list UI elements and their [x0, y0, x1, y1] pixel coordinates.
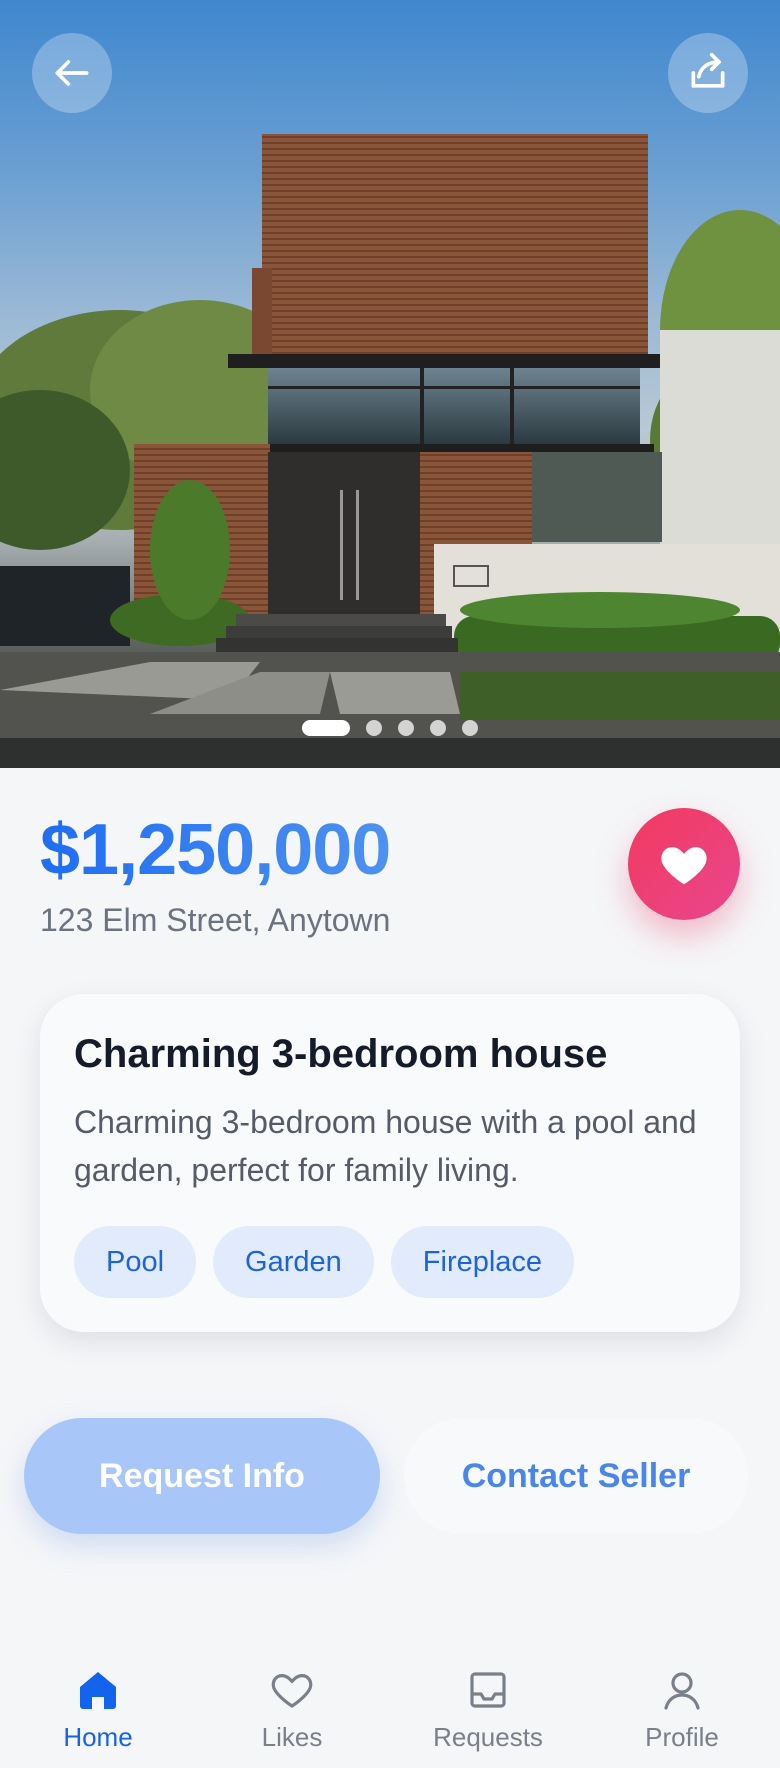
property-photo-carousel[interactable]: [0, 0, 780, 768]
carousel-indicator: [302, 720, 478, 736]
favorite-button[interactable]: [628, 808, 740, 920]
heart-icon: [661, 847, 707, 885]
nav-label-profile: Profile: [645, 1722, 719, 1752]
nav-label-requests: Requests: [433, 1722, 543, 1752]
heart-outline-icon: [271, 1674, 313, 1708]
listing-address: 123 Elm Street, Anytown: [40, 902, 391, 938]
carousel-dot[interactable]: [398, 720, 414, 736]
nav-label-home: Home: [63, 1722, 133, 1752]
listing-price: $1,250,000: [40, 810, 391, 890]
tag-garden[interactable]: Garden: [213, 1226, 374, 1298]
home-icon: [80, 1672, 116, 1709]
carousel-dot[interactable]: [430, 720, 446, 736]
tag-pool[interactable]: Pool: [74, 1226, 197, 1298]
back-button[interactable]: [32, 33, 112, 113]
nav-item-home[interactable]: Home: [18, 1640, 178, 1768]
nav-item-profile[interactable]: Profile: [602, 1640, 762, 1768]
request-info-button[interactable]: Request Info: [24, 1418, 380, 1534]
contact-seller-button[interactable]: Contact Seller: [404, 1418, 748, 1534]
nav-label-likes: Likes: [261, 1722, 323, 1752]
nav-item-requests[interactable]: Requests: [408, 1640, 568, 1768]
details-card: Charming 3-bedroom house Charming 3-bedr…: [40, 994, 740, 1332]
carousel-dot[interactable]: [366, 720, 382, 736]
listing-description: Charming 3-bedroom house with a pool and…: [74, 1104, 697, 1188]
bottom-nav: Home Likes Requests Profile: [0, 1640, 780, 1768]
carousel-dot[interactable]: [462, 720, 478, 736]
inbox-icon: [470, 1672, 506, 1708]
listing-title: Charming 3-bedroom house: [74, 1032, 608, 1076]
feature-tags: Pool Garden Fireplace: [74, 1226, 575, 1298]
nav-item-likes[interactable]: Likes: [212, 1640, 372, 1768]
arrow-left-icon: [55, 60, 89, 86]
tag-fireplace[interactable]: Fireplace: [390, 1226, 575, 1298]
user-icon: [664, 1672, 700, 1710]
carousel-dot-active[interactable]: [302, 720, 350, 736]
house-photo: [0, 134, 780, 768]
share-icon: [691, 52, 725, 88]
share-button[interactable]: [668, 33, 748, 113]
